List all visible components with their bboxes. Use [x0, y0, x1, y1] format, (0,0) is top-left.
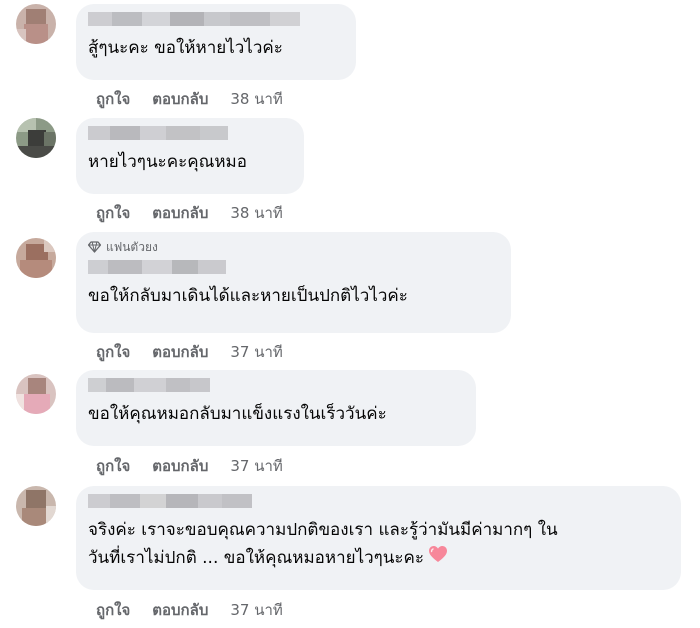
like-button[interactable]: ถูกใจ	[96, 454, 130, 478]
like-button[interactable]: ถูกใจ	[96, 87, 130, 111]
top-fan-badge[interactable]: แฟนตัวยง	[88, 240, 499, 254]
comment-text-line-1: จริงค่ะ เราจะขอบคุณความปกติของเรา และรู้…	[88, 520, 558, 540]
reply-button[interactable]: ตอบกลับ	[152, 87, 208, 111]
avatar[interactable]	[16, 118, 56, 158]
comment-actions: ถูกใจ ตอบกลับ 38 นาที	[96, 88, 283, 110]
avatar[interactable]	[16, 486, 56, 526]
reply-button[interactable]: ตอบกลับ	[152, 340, 208, 364]
comment-actions: ถูกใจ ตอบกลับ 37 นาที	[96, 599, 283, 621]
author-name-blurred[interactable]	[88, 378, 464, 392]
reply-button[interactable]: ตอบกลับ	[152, 598, 208, 622]
like-button[interactable]: ถูกใจ	[96, 340, 130, 364]
comment-text: ขอให้คุณหมอกลับมาแข็งแรงในเร็ววันค่ะ	[88, 404, 387, 424]
comment-bubble: ขอให้คุณหมอกลับมาแข็งแรงในเร็ววันค่ะ	[76, 370, 476, 446]
author-name-blurred[interactable]	[88, 260, 499, 274]
pink-heart-emoji	[428, 544, 448, 572]
author-name-blurred[interactable]	[88, 12, 344, 26]
comment-bubble: สู้ๆนะคะ ขอให้หายไวไวค่ะ	[76, 4, 356, 80]
comment-text: สู้ๆนะคะ ขอให้หายไวไวค่ะ	[88, 38, 283, 58]
badge-label: แฟนตัวยง	[106, 239, 158, 254]
comment-bubble: หายไวๆนะคะคุณหมอ	[76, 118, 304, 194]
comment-timestamp[interactable]: 38 นาที	[230, 87, 282, 111]
comment-timestamp[interactable]: 37 นาที	[230, 454, 282, 478]
comment-text-line-2: วันที่เราไม่ปกติ ... ขอให้คุณหมอหายไวๆนะ…	[88, 548, 425, 568]
comment-timestamp[interactable]: 37 นาที	[230, 598, 282, 622]
like-button[interactable]: ถูกใจ	[96, 598, 130, 622]
comment-bubble: จริงค่ะ เราจะขอบคุณความปกติของเรา และรู้…	[76, 486, 681, 590]
avatar[interactable]	[16, 4, 56, 44]
author-name-blurred[interactable]	[88, 126, 292, 140]
author-name-blurred[interactable]	[88, 494, 669, 508]
comment-actions: ถูกใจ ตอบกลับ 37 นาที	[96, 455, 283, 477]
avatar[interactable]	[16, 374, 56, 414]
comment-timestamp[interactable]: 38 นาที	[230, 201, 282, 225]
reply-button[interactable]: ตอบกลับ	[152, 454, 208, 478]
comment-timestamp[interactable]: 37 นาที	[230, 340, 282, 364]
diamond-icon	[88, 241, 101, 253]
reply-button[interactable]: ตอบกลับ	[152, 201, 208, 225]
comment-actions: ถูกใจ ตอบกลับ 38 นาที	[96, 202, 283, 224]
comment-actions: ถูกใจ ตอบกลับ 37 นาที	[96, 341, 283, 363]
comment-text: จริงค่ะ เราจะขอบคุณความปกติของเรา และรู้…	[88, 516, 669, 572]
comment-bubble: แฟนตัวยง ขอให้กลับมาเดินได้และหายเป็นปกต…	[76, 232, 511, 333]
avatar[interactable]	[16, 238, 56, 278]
comment-text: หายไวๆนะคะคุณหมอ	[88, 152, 247, 172]
like-button[interactable]: ถูกใจ	[96, 201, 130, 225]
comment-text: ขอให้กลับมาเดินได้และหายเป็นปกติไวไวค่ะ	[88, 286, 408, 306]
